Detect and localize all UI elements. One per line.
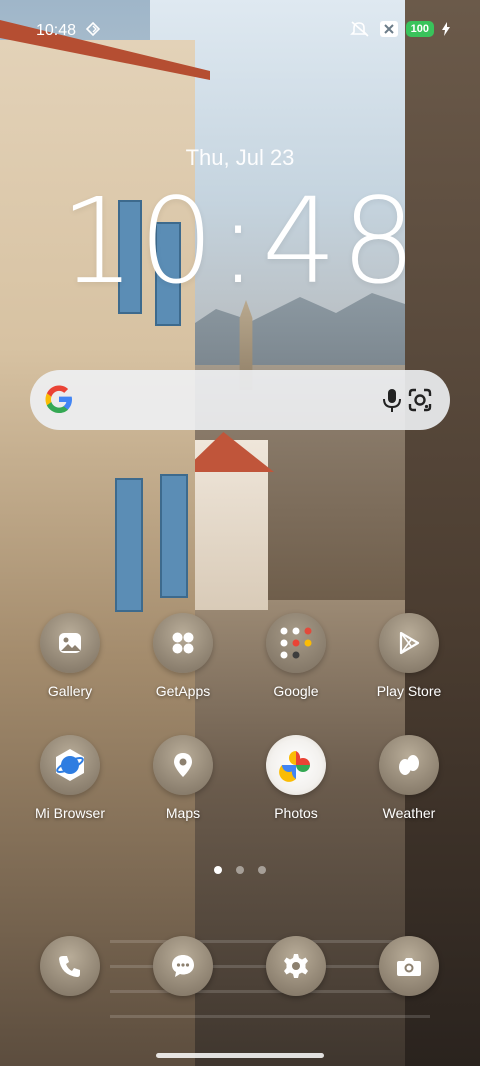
app-label: Google [273,683,319,699]
photos-icon [266,735,326,795]
app-getapps[interactable]: GetApps [128,613,238,699]
status-bar: 10:48 100 [0,0,480,62]
microphone-icon[interactable] [378,386,406,414]
charging-icon [442,22,450,36]
app-label: Weather [382,805,436,821]
mute-icon [349,21,369,37]
google-folder-icon [266,613,326,673]
close-box-icon [379,21,398,37]
dock-settings[interactable] [266,936,326,996]
app-label: Maps [165,805,201,821]
lock-date: Thu, Jul 23 [185,145,295,170]
app-label: Mi Browser [34,805,105,821]
settings-icon [284,954,308,978]
play-store-icon [379,613,439,673]
home-gesture-bar[interactable] [156,1053,324,1058]
app-google-folder[interactable]: Google [241,613,351,699]
app-label: Gallery [47,683,93,699]
page-dot [236,866,244,874]
app-gallery[interactable]: Gallery [15,613,125,699]
dock-phone[interactable] [40,936,100,996]
battery-indicator: 100 [405,21,434,37]
app-label: Photos [274,805,318,821]
status-time: 10:48 [36,22,77,39]
data-saver-icon [86,22,100,36]
gallery-icon [40,613,100,673]
phone-icon [59,956,80,977]
google-logo-icon [45,385,72,413]
weather-icon [379,735,439,795]
app-weather[interactable]: Weather [354,735,464,821]
app-label: Play Store [376,683,442,699]
dock-messages[interactable] [153,936,213,996]
dock-camera[interactable] [379,936,439,996]
maps-icon [153,735,213,795]
google-search-bar[interactable] [30,370,450,430]
app-label: GetApps [155,683,211,699]
app-photos[interactable]: Photos [241,735,351,821]
getapps-icon [153,613,213,673]
page-indicator [0,866,480,874]
app-mi-browser[interactable]: Mi Browser [15,735,125,821]
messages-icon [172,955,194,977]
app-maps[interactable]: Maps [128,735,238,821]
google-lens-icon[interactable] [406,386,434,414]
app-play-store[interactable]: Play Store [354,613,464,699]
camera-icon [397,958,421,976]
page-dot [258,866,266,874]
page-dot-active [214,866,222,874]
browser-icon [40,735,100,795]
lock-clock: 10:48 [59,172,421,310]
